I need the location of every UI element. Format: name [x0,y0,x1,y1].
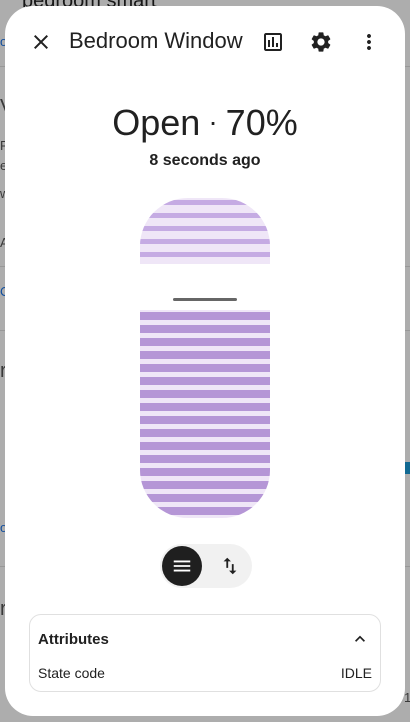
settings-gear-icon [311,32,331,52]
cover-slat-light [140,239,270,244]
attributes-panel: Attributes State code IDLE [29,614,381,692]
cover-slat [140,377,270,385]
cover-slat [140,325,270,333]
state-separator: · [208,106,218,137]
position-mode-button[interactable] [162,546,202,586]
dialog-title: Bedroom Window [69,28,243,53]
more-vertical-icon [367,34,371,50]
attribute-row: State code IDLE [38,665,372,687]
cover-slat-light [140,200,270,205]
menu-lines-icon [173,560,191,572]
history-button[interactable] [253,22,293,62]
cover-opening [140,264,270,310]
cover-slat [140,416,270,424]
attribute-key: State code [38,665,105,681]
control-mode-toggle [160,544,252,588]
cover-handle [173,298,237,301]
swap-vertical-icon [223,557,237,575]
cover-slat [140,468,270,476]
cover-slat [140,351,270,359]
cover-slat [140,312,270,320]
cover-state-line: Open · 70% [5,102,405,144]
last-changed: 8 seconds ago [149,152,261,169]
cover-slat-light [140,252,270,257]
cover-slat [140,442,270,450]
cover-position-slider[interactable] [140,198,270,518]
chevron-up-icon [355,635,365,642]
open-close-mode-button[interactable] [210,546,250,586]
history-chart-icon [264,33,282,51]
attributes-header[interactable]: Attributes [30,615,380,661]
cover-slat [140,481,270,489]
more-options-button[interactable] [349,22,389,62]
attributes-title: Attributes [38,631,109,648]
close-button[interactable] [21,22,61,62]
cover-slat [140,390,270,398]
settings-button[interactable] [301,22,341,62]
dialog-toolbar: Bedroom Window [5,6,405,78]
cover-slat [140,364,270,372]
cover-slat [140,429,270,437]
cover-slat-light [140,213,270,218]
cover-slat-light [140,226,270,231]
more-info-dialog: Bedroom Window Open · 70% 8 seconds ago At… [5,6,405,716]
attribute-value: IDLE [340,665,372,681]
cover-state: Open [112,102,201,143]
cover-slat [140,494,270,502]
cover-slat [140,455,270,463]
cover-slat [140,507,270,515]
cover-slat [140,338,270,346]
close-icon [34,35,48,49]
cover-slat [140,403,270,411]
cover-position: 70% [225,102,298,143]
